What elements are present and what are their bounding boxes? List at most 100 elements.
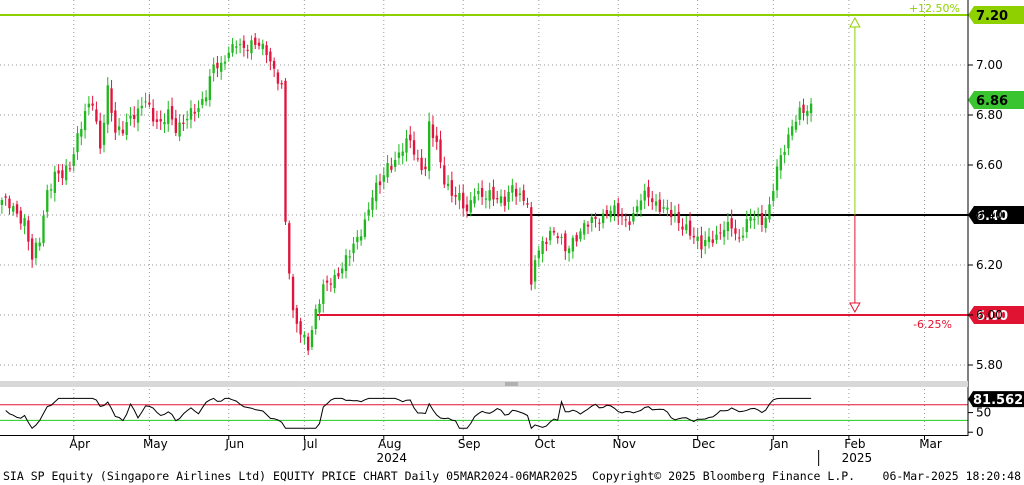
y-tick-label: 6.60 [976,158,1003,172]
candle-body [27,220,30,242]
candle-body [669,209,673,217]
candle-body [756,215,760,217]
candle-body [306,336,310,351]
candle-body [46,190,49,212]
target-price-tag-label: 7.20 [976,9,1008,24]
candle-body [617,203,620,217]
candle-body [473,196,476,204]
candle-body [76,133,79,153]
candle-body [163,121,166,125]
candle-body [227,52,230,58]
candle-body [235,46,238,48]
candle-body [204,97,208,102]
footer-description: SIA SP Equity (Singapore Airlines Ltd) E… [3,469,578,483]
price-chart: +12.50%-6.25% 7.206.866.406.0081.5628 5.… [0,0,1024,485]
candle-body [193,111,196,114]
candle-body [424,166,427,170]
candle-body [620,213,624,217]
candle-body [337,273,340,277]
candle-body [552,230,556,233]
candle-body [790,126,794,136]
candle-body [216,62,219,69]
y-tick-label: 6.00 [976,308,1003,322]
candle-body [628,221,631,225]
candle-body [465,204,469,212]
y-tick-label: 5.80 [976,358,1003,372]
candle-body [802,104,805,114]
candle-body [53,171,57,193]
x-month-label: May [143,437,168,451]
y-tick-label: 6.80 [976,108,1003,122]
candle-body [49,189,53,191]
candle-body [734,228,737,234]
candle-body [64,165,68,181]
candle-body [129,115,132,119]
candle-body [4,196,7,198]
candle-body [673,213,677,215]
candle-body [288,223,291,274]
candle-body [530,207,533,285]
candle-body [715,234,718,241]
candle-body [405,138,408,153]
candle-body [261,43,264,50]
candle-body [23,218,26,227]
candle-body [57,170,60,174]
y-tick-label: 7.00 [976,58,1003,72]
candle-body [322,284,325,304]
candle-body [749,217,752,221]
candle-body [329,283,333,285]
candle-body [692,235,696,238]
candle-body [386,163,389,178]
candle-body [341,268,344,274]
candle-body [779,155,783,171]
x-month-label: Dec [692,437,715,451]
candle-body [643,190,646,201]
candle-body [541,240,544,255]
candle-body [390,165,393,170]
candle-body [760,213,764,226]
x-month-label: Oct [534,437,555,451]
candle-body [272,60,276,69]
candle-body [80,129,83,137]
last-price-tag-label: 6.86 [976,94,1008,109]
candle-body [571,237,575,252]
candle-body [458,193,461,201]
candle-body [677,212,680,223]
candle-body [375,182,378,202]
candle-body [197,108,200,113]
candle-body [783,151,786,156]
candle-body [537,250,541,259]
candle-body [280,83,283,85]
candle-body [72,154,75,166]
candle-body [42,215,45,244]
candle-body [125,122,128,136]
y-tick-label: 6.40 [976,208,1003,222]
candle-body [30,238,34,260]
candle-body [412,140,416,155]
candle-body [435,135,438,142]
candle-body [514,188,518,197]
candle-body [106,85,109,125]
candle-body [586,224,590,227]
candle-body [613,205,616,214]
candle-body [333,274,336,289]
candle-body [155,119,159,122]
pane-separator [0,381,968,387]
candle-body [556,236,559,239]
candle-body [753,218,756,221]
candle-body [666,207,669,210]
candle-body [775,166,779,191]
candle-body [121,129,125,134]
candle-body [443,165,446,185]
candle-body [609,210,612,218]
candle-body [711,239,714,243]
candle-body [254,37,257,45]
candle-body [658,199,662,212]
candle-body [201,99,204,105]
chart-canvas: +12.50%-6.25% 7.206.866.406.0081.5628 5.… [0,0,1024,485]
candle-body [583,223,586,235]
candle-body [295,308,299,324]
candle-body [352,243,355,254]
candle-body [371,197,374,210]
candle-body [363,219,367,237]
